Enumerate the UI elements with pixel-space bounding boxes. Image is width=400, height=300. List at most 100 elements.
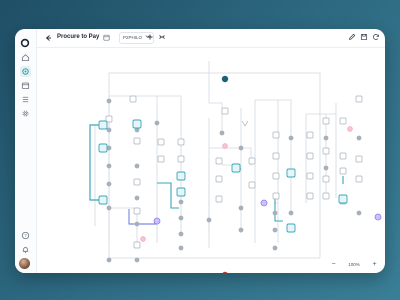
- active-node: [286, 223, 296, 233]
- svg-text:?: ?: [24, 233, 27, 238]
- task-node: [215, 195, 223, 203]
- zoom-in-button[interactable]: +: [370, 260, 379, 269]
- task-node: [248, 157, 256, 165]
- action-node: [134, 163, 140, 169]
- task-node: [133, 137, 141, 145]
- action-node: [106, 205, 112, 211]
- task-node: [133, 207, 141, 215]
- action-node: [178, 245, 184, 251]
- workflow-icon[interactable]: [20, 66, 31, 77]
- task-node: [355, 95, 363, 103]
- task-node: [355, 155, 363, 163]
- action-node: [206, 217, 212, 223]
- gear-icon[interactable]: [20, 108, 31, 119]
- app-logo-icon[interactable]: [20, 35, 30, 48]
- action-node: [106, 98, 112, 104]
- active-node: [98, 143, 108, 153]
- bell-icon[interactable]: [20, 244, 31, 255]
- active-node: [338, 194, 348, 204]
- loop-connector: [89, 124, 101, 201]
- task-node: [221, 107, 229, 115]
- action-node: [238, 145, 244, 151]
- sidebar: ?: [15, 29, 37, 273]
- home-icon[interactable]: [20, 52, 31, 63]
- task-node: [306, 131, 314, 139]
- branch-connector: [157, 182, 179, 209]
- action-node: [272, 245, 278, 251]
- workflow-title: Procure to Pay: [57, 34, 100, 40]
- alert-badges: [140, 126, 353, 242]
- end-node[interactable]: [222, 271, 228, 273]
- branch-connector: [274, 198, 283, 222]
- task-node: [306, 152, 314, 160]
- alert-badge: [222, 143, 228, 149]
- merge-nodes[interactable]: [153, 199, 382, 225]
- merge-node: [374, 213, 382, 221]
- action-node: [288, 135, 294, 141]
- task-node: [272, 152, 280, 160]
- list-icon[interactable]: [20, 94, 31, 105]
- help-icon[interactable]: ?: [20, 230, 31, 241]
- task-node: [272, 172, 280, 180]
- action-node: [272, 227, 278, 233]
- collapse-icon[interactable]: [158, 33, 166, 41]
- active-node: [286, 168, 296, 178]
- workflow-canvas[interactable]: [36, 48, 385, 273]
- task-node: [272, 192, 280, 200]
- calendar-icon[interactable]: [20, 80, 31, 91]
- action-node: [238, 205, 244, 211]
- action-node: [272, 210, 278, 216]
- connector-lines: [94, 61, 337, 259]
- action-node: [106, 181, 112, 187]
- task-node: [322, 117, 330, 125]
- action-node: [154, 120, 160, 126]
- task-node: [306, 172, 314, 180]
- top-bar: Procure to Pay P2PHILO: [36, 29, 385, 48]
- task-node: [339, 167, 347, 175]
- active-node: [176, 171, 186, 181]
- loop-connector: [128, 209, 157, 225]
- edit-icon[interactable]: [348, 33, 356, 41]
- action-node: [178, 231, 184, 237]
- start-node[interactable]: [221, 75, 229, 83]
- task-node: [306, 192, 314, 200]
- action-node: [238, 227, 244, 233]
- back-arrow-icon[interactable]: [44, 34, 52, 42]
- plus-icon[interactable]: [146, 33, 154, 41]
- active-node: [98, 195, 108, 205]
- task-node: [322, 192, 330, 200]
- task-node: [272, 131, 280, 139]
- action-node: [356, 210, 362, 216]
- zoom-level[interactable]: 100%: [339, 261, 369, 269]
- active-node: [98, 120, 108, 130]
- alert-badge: [140, 236, 146, 242]
- task-node: [215, 175, 223, 183]
- task-node: [157, 138, 165, 146]
- action-node: [288, 210, 294, 216]
- task-node: [355, 175, 363, 183]
- save-icon[interactable]: [360, 33, 368, 41]
- task-node: [177, 138, 185, 146]
- workflow-diagram[interactable]: [36, 48, 385, 273]
- action-node: [178, 199, 184, 205]
- active-node: [132, 119, 142, 129]
- zoom-out-button[interactable]: −: [329, 260, 338, 269]
- task-node: [157, 155, 165, 163]
- task-node: [215, 157, 223, 165]
- alert-badge: [347, 126, 353, 132]
- task-node: [248, 181, 256, 189]
- action-node: [106, 257, 112, 263]
- task-node: [339, 152, 347, 160]
- action-node: [323, 165, 329, 171]
- calendar-icon[interactable]: [103, 34, 110, 41]
- merge-node: [260, 199, 268, 207]
- task-node: [133, 178, 141, 186]
- app-window: ? Procure to Pay P2PHILO: [15, 29, 385, 273]
- action-node: [134, 221, 140, 227]
- zoom-control: − 100% +: [306, 259, 382, 271]
- action-node: [219, 130, 225, 136]
- active-node: [231, 163, 241, 173]
- refresh-icon[interactable]: [372, 33, 380, 41]
- user-avatar[interactable]: [19, 258, 30, 269]
- merge-node: [153, 217, 161, 225]
